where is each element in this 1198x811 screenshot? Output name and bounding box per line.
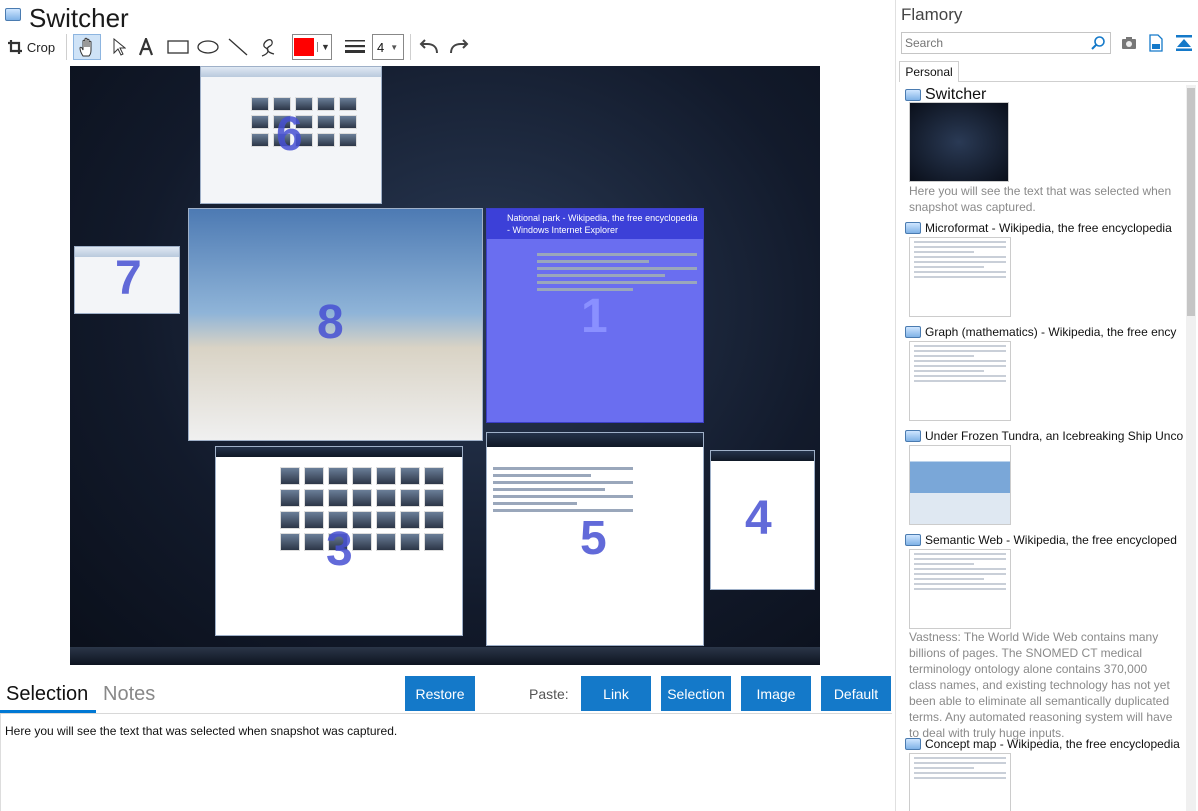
item-thumbnail: [909, 341, 1011, 421]
list-item[interactable]: Concept map - Wikipedia, the free encycl…: [905, 735, 1183, 811]
snapshot-list[interactable]: Switcher Here you will see the text that…: [905, 85, 1185, 811]
chevron-down-icon: ▼: [317, 42, 330, 52]
item-title: Under Frozen Tundra, an Icebreaking Ship…: [925, 429, 1183, 443]
list-item[interactable]: Graph (mathematics) - Wikipedia, the fre…: [905, 323, 1183, 421]
divider: [0, 714, 1, 811]
window-thumbnail-8[interactable]: 8: [188, 208, 483, 441]
paste-link-button[interactable]: Link: [581, 676, 651, 711]
document-icon[interactable]: [1149, 34, 1163, 52]
restore-button[interactable]: Restore: [405, 676, 475, 711]
line-icon: [228, 38, 248, 56]
arrow-pointer-icon: [113, 38, 126, 56]
scrollbar-thumb[interactable]: [1187, 88, 1195, 316]
crop-button[interactable]: Crop: [4, 34, 58, 60]
item-title: Concept map - Wikipedia, the free encycl…: [925, 737, 1180, 751]
text-tool-button[interactable]: [134, 34, 158, 60]
freehand-icon: [261, 38, 275, 57]
window-number: 3: [326, 523, 353, 576]
snapshot-icon: [905, 738, 921, 750]
item-title: Semantic Web - Wikipedia, the free encyc…: [925, 533, 1177, 547]
ellipse-icon: [197, 40, 219, 54]
selection-text: Here you will see the text that was sele…: [5, 724, 398, 738]
select-tool-button[interactable]: [107, 34, 131, 60]
item-title: Microformat - Wikipedia, the free encycl…: [925, 221, 1172, 235]
divider: [0, 713, 892, 714]
window-number: 7: [115, 252, 142, 305]
snapshot-icon: [905, 326, 921, 338]
item-description: Vastness: The World Wide Web contains ma…: [909, 630, 1173, 740]
panel-divider: [895, 0, 896, 811]
item-thumbnail: [909, 102, 1009, 182]
tab-strip-line: [959, 81, 1198, 82]
chevron-down-icon: ▼: [390, 42, 399, 52]
text-icon: [138, 38, 154, 56]
item-thumbnail: [909, 237, 1011, 317]
list-item[interactable]: Under Frozen Tundra, an Icebreaking Ship…: [905, 427, 1183, 525]
page-title: Switcher: [29, 3, 129, 33]
item-thumbnail: [909, 753, 1011, 811]
window-thumbnail-1[interactable]: National park - Wikipedia, the free ency…: [486, 208, 704, 423]
hand-tool-button[interactable]: [73, 34, 101, 60]
snapshot-icon: [905, 534, 921, 546]
redo-button[interactable]: [446, 34, 472, 60]
line-width-value: 4: [377, 39, 385, 55]
line-width-button[interactable]: [342, 34, 368, 60]
upload-icon[interactable]: [1175, 34, 1193, 52]
tab-notes[interactable]: Notes: [103, 683, 155, 706]
tab-selection[interactable]: Selection: [6, 683, 88, 706]
paste-label: Paste:: [529, 686, 569, 702]
freehand-tool-button[interactable]: [254, 34, 282, 60]
toolbar: Crop ▼ 4 ▼: [0, 32, 895, 62]
toolbar-divider: [410, 34, 411, 60]
taskbar: [70, 647, 820, 665]
window-thumbnail-3[interactable]: 3: [215, 446, 463, 636]
camera-icon[interactable]: [1121, 36, 1137, 50]
paste-default-button[interactable]: Default: [821, 676, 891, 711]
window-number: 4: [745, 492, 772, 545]
window-number: 5: [580, 512, 607, 565]
list-item[interactable]: Microformat - Wikipedia, the free encycl…: [905, 219, 1183, 317]
rectangle-tool-button[interactable]: [164, 34, 192, 60]
window-thumbnail-6[interactable]: 6: [200, 66, 382, 204]
snapshot-icon: [905, 430, 921, 442]
snapshot-icon: [905, 222, 921, 234]
item-thumbnail: [909, 549, 1011, 629]
tab-personal[interactable]: Personal: [899, 61, 959, 82]
window-number: 8: [317, 296, 344, 349]
window-thumbnail-4[interactable]: 4: [710, 450, 815, 590]
search-input[interactable]: [901, 32, 1111, 54]
paste-image-button[interactable]: Image: [741, 676, 811, 711]
line-tool-button[interactable]: [224, 34, 252, 60]
app-icon: [5, 8, 21, 21]
line-width-icon: [345, 40, 365, 53]
crop-icon: [7, 40, 22, 54]
list-item[interactable]: Switcher Here you will see the text that…: [905, 85, 1183, 214]
snapshot-canvas[interactable]: 6 7 8 National park - Wikipedia, the fre…: [70, 66, 820, 665]
color-swatch: [294, 38, 315, 56]
list-item[interactable]: Semantic Web - Wikipedia, the free encyc…: [905, 531, 1183, 740]
paste-selection-button[interactable]: Selection: [661, 676, 731, 711]
toolbar-divider: [66, 34, 67, 60]
crop-label: Crop: [26, 39, 56, 55]
hand-icon: [79, 37, 92, 57]
window-title: National park - Wikipedia, the free ency…: [487, 209, 703, 239]
snapshot-icon: [905, 89, 921, 101]
item-thumbnail: [909, 445, 1011, 525]
window-thumbnail-5[interactable]: 5: [486, 432, 704, 646]
search-icon[interactable]: [1090, 35, 1106, 51]
redo-icon: [450, 39, 469, 54]
color-picker[interactable]: ▼: [292, 34, 332, 60]
window-number: 1: [581, 290, 608, 343]
sidebar-title: Flamory: [901, 5, 963, 24]
undo-icon: [419, 39, 438, 54]
window-number: 6: [276, 108, 303, 161]
item-description: Here you will see the text that was sele…: [909, 184, 1172, 214]
undo-button[interactable]: [416, 34, 442, 60]
window-thumbnail-7[interactable]: 7: [74, 246, 180, 314]
ellipse-tool-button[interactable]: [194, 34, 222, 60]
line-width-select[interactable]: 4 ▼: [372, 34, 404, 60]
item-title: Graph (mathematics) - Wikipedia, the fre…: [925, 325, 1177, 339]
rectangle-icon: [167, 40, 189, 54]
